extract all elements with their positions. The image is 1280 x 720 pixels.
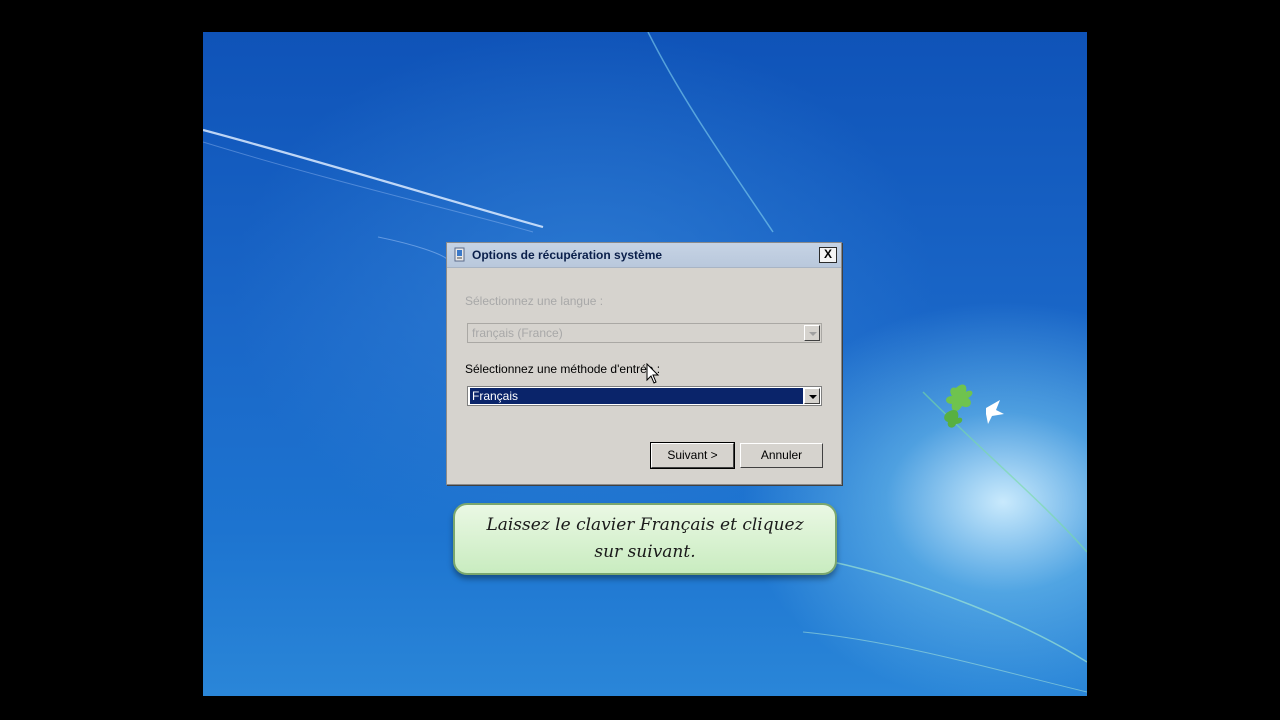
dropdown-arrow-icon	[804, 325, 820, 341]
instruction-caption: Laissez le clavier Français et cliquez s…	[453, 503, 837, 575]
windows-bird-logo	[944, 384, 1004, 428]
dialog-titlebar[interactable]: Options de récupération système X	[447, 243, 841, 268]
input-method-select-value[interactable]: Français	[470, 388, 803, 404]
dialog-title: Options de récupération système	[472, 248, 663, 262]
input-method-label: Sélectionnez une méthode d'entrée :	[465, 362, 661, 376]
cancel-button[interactable]: Annuler	[740, 443, 823, 468]
mouse-pointer-icon	[646, 363, 660, 384]
close-icon[interactable]: X	[819, 247, 837, 263]
input-method-select[interactable]: Français	[467, 386, 822, 406]
language-select-value: français (France)	[472, 326, 563, 340]
recovery-options-dialog: Options de récupération système X Sélect…	[446, 242, 842, 485]
recovery-icon	[454, 247, 465, 262]
dropdown-arrow-icon[interactable]	[804, 388, 820, 404]
next-button[interactable]: Suivant >	[650, 442, 735, 469]
language-select: français (France)	[467, 323, 822, 343]
language-label: Sélectionnez une langue :	[465, 294, 604, 308]
